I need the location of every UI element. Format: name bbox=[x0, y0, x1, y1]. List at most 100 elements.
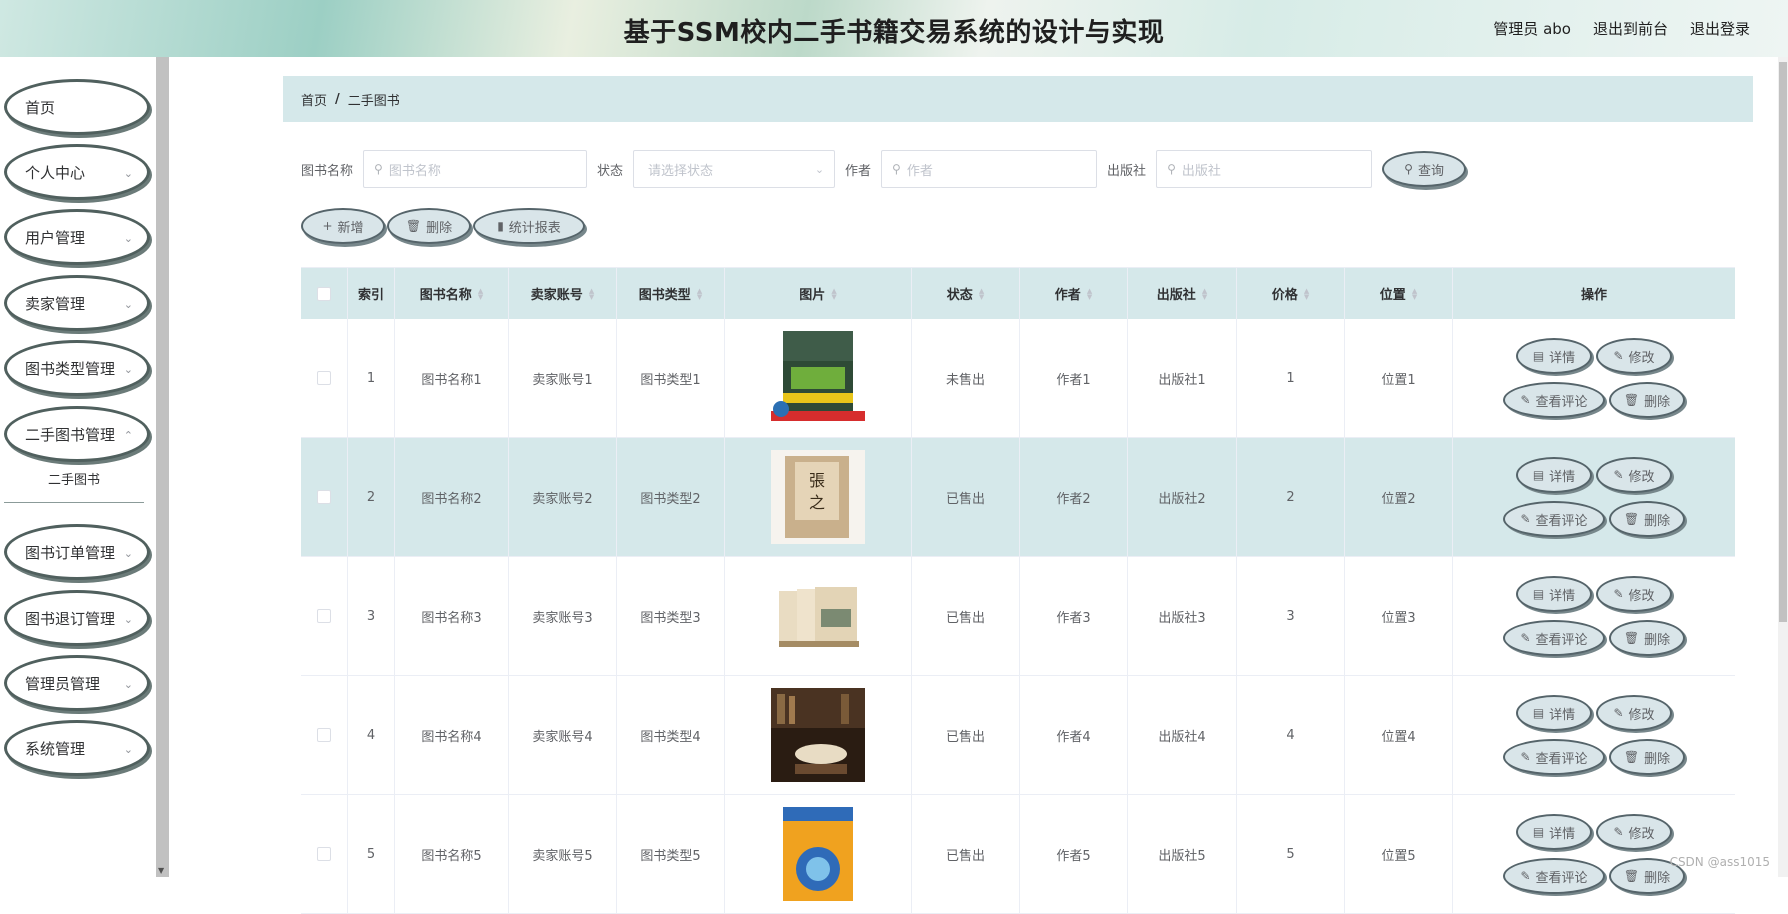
edit-label: 修改 bbox=[1629, 704, 1655, 723]
edit-button[interactable]: ✎修改 bbox=[1596, 814, 1672, 850]
pencil-icon: ✎ bbox=[1613, 349, 1623, 363]
sort-icon[interactable]: ▲▼ bbox=[1087, 288, 1092, 300]
book-cover-image[interactable] bbox=[771, 807, 865, 901]
detail-button[interactable]: ▤详情 bbox=[1516, 576, 1592, 612]
sidebar-item-book-type-management[interactable]: 图书类型管理 ⌄ bbox=[4, 340, 150, 396]
row-checkbox[interactable] bbox=[317, 847, 331, 861]
header-location[interactable]: 位置▲▼ bbox=[1345, 268, 1453, 319]
cell-type: 图书类型3 bbox=[617, 557, 725, 675]
sidebar-item-refund-management[interactable]: 图书退订管理 ⌄ bbox=[4, 590, 150, 646]
row-checkbox[interactable] bbox=[317, 609, 331, 623]
view-comments-button[interactable]: ✎查看评论 bbox=[1503, 620, 1605, 656]
book-name-input[interactable]: ⚲ 图书名称 bbox=[363, 150, 587, 188]
publisher-input[interactable]: ⚲ 出版社 bbox=[1156, 150, 1372, 188]
header-status[interactable]: 状态▲▼ bbox=[912, 268, 1020, 319]
batch-delete-button[interactable]: 🗑 删除 bbox=[387, 208, 471, 244]
trash-icon: 🗑 bbox=[1624, 512, 1639, 526]
view-comments-button[interactable]: ✎查看评论 bbox=[1503, 739, 1605, 775]
edit-button[interactable]: ✎修改 bbox=[1596, 338, 1672, 374]
sidebar-item-personal-center[interactable]: 个人中心 ⌄ bbox=[4, 144, 150, 200]
svg-text:之: 之 bbox=[809, 493, 825, 512]
header-seller[interactable]: 卖家账号▲▼ bbox=[509, 268, 617, 319]
detail-button[interactable]: ▤详情 bbox=[1516, 695, 1592, 731]
view-comments-button[interactable]: ✎查看评论 bbox=[1503, 501, 1605, 537]
report-button[interactable]: ▮ 统计报表 bbox=[473, 208, 585, 244]
header-type[interactable]: 图书类型▲▼ bbox=[617, 268, 725, 319]
row-checkbox[interactable] bbox=[317, 371, 331, 385]
status-select[interactable]: 请选择状态 ⌄ bbox=[633, 150, 835, 188]
header-author[interactable]: 作者▲▼ bbox=[1020, 268, 1128, 319]
header-publisher[interactable]: 出版社▲▼ bbox=[1128, 268, 1237, 319]
logout-link[interactable]: 退出登录 bbox=[1690, 18, 1750, 39]
cell-publisher: 出版社2 bbox=[1128, 438, 1237, 556]
sidebar-item-home[interactable]: 首页 bbox=[4, 79, 150, 135]
edit-button[interactable]: ✎修改 bbox=[1596, 576, 1672, 612]
edit-button[interactable]: ✎修改 bbox=[1596, 457, 1672, 493]
detail-button[interactable]: ▤详情 bbox=[1516, 338, 1592, 374]
sort-icon[interactable]: ▲▼ bbox=[589, 288, 594, 300]
sort-icon[interactable]: ▲▼ bbox=[831, 288, 836, 300]
plus-icon: + bbox=[322, 219, 332, 233]
header-book-name[interactable]: 图书名称▲▼ bbox=[395, 268, 509, 319]
sort-icon[interactable]: ▲▼ bbox=[697, 288, 702, 300]
sidebar-item-order-management[interactable]: 图书订单管理 ⌄ bbox=[4, 524, 150, 580]
row-checkbox[interactable] bbox=[317, 490, 331, 504]
delete-button[interactable]: 🗑删除 bbox=[1609, 620, 1685, 656]
page-scrollbar[interactable] bbox=[1778, 57, 1788, 877]
edit-button[interactable]: ✎修改 bbox=[1596, 695, 1672, 731]
header-image[interactable]: 图片▲▼ bbox=[725, 268, 912, 319]
book-cover-image[interactable] bbox=[771, 688, 865, 782]
sidebar-scrollbar[interactable]: ▼ bbox=[156, 57, 169, 877]
sort-icon[interactable]: ▲▼ bbox=[478, 288, 483, 300]
view-comments-button[interactable]: ✎查看评论 bbox=[1503, 382, 1605, 418]
search-icon: ⚲ bbox=[1167, 162, 1176, 176]
row-checkbox[interactable] bbox=[317, 728, 331, 742]
exit-to-front-link[interactable]: 退出到前台 bbox=[1593, 18, 1668, 39]
breadcrumb-home[interactable]: 首页 bbox=[301, 90, 327, 109]
cell-image bbox=[725, 319, 912, 437]
book-cover-image[interactable]: 張 之 bbox=[771, 450, 865, 544]
sort-icon[interactable]: ▲▼ bbox=[1304, 288, 1309, 300]
action-toolbar: + 新增 🗑 删除 ▮ 统计报表 bbox=[301, 208, 585, 244]
delete-label: 删除 bbox=[1644, 391, 1670, 410]
sort-icon[interactable]: ▲▼ bbox=[1412, 288, 1417, 300]
header-label: 索引 bbox=[358, 284, 384, 303]
scroll-down-arrow-icon[interactable]: ▼ bbox=[158, 866, 164, 875]
header-links: 管理员 abo 退出到前台 退出登录 bbox=[1493, 18, 1750, 39]
cell-index: 4 bbox=[348, 676, 395, 794]
scrollbar-thumb[interactable] bbox=[1779, 62, 1787, 622]
pencil-icon: ✎ bbox=[1520, 631, 1530, 645]
sort-icon[interactable]: ▲▼ bbox=[1202, 288, 1207, 300]
header-price[interactable]: 价格▲▼ bbox=[1237, 268, 1345, 319]
book-cover-image[interactable] bbox=[771, 331, 865, 425]
sidebar-item-seller-management[interactable]: 卖家管理 ⌄ bbox=[4, 275, 150, 331]
row-select-cell bbox=[301, 438, 348, 556]
sidebar-item-system-management[interactable]: 系统管理 ⌄ bbox=[4, 720, 150, 776]
cell-seller: 卖家账号4 bbox=[509, 676, 617, 794]
row-select-cell bbox=[301, 676, 348, 794]
sidebar-item-used-book-management[interactable]: 二手图书管理 ⌃ bbox=[4, 406, 150, 462]
status-label: 状态 bbox=[597, 160, 623, 179]
sort-icon[interactable]: ▲▼ bbox=[979, 288, 984, 300]
detail-button[interactable]: ▤详情 bbox=[1516, 457, 1592, 493]
query-button[interactable]: ⚲ 查询 bbox=[1382, 151, 1466, 187]
cell-price: 3 bbox=[1237, 557, 1345, 675]
detail-button[interactable]: ▤详情 bbox=[1516, 814, 1592, 850]
row-actions: ▤详情 ✎修改 ✎查看评论 🗑删除 bbox=[1503, 814, 1685, 894]
header-select-all[interactable] bbox=[301, 268, 348, 319]
add-button[interactable]: + 新增 bbox=[301, 208, 385, 244]
delete-button[interactable]: 🗑删除 bbox=[1609, 382, 1685, 418]
author-input[interactable]: ⚲ 作者 bbox=[881, 150, 1097, 188]
sidebar-item-admin-management[interactable]: 管理员管理 ⌄ bbox=[4, 655, 150, 711]
cell-seller: 卖家账号3 bbox=[509, 557, 617, 675]
delete-button[interactable]: 🗑删除 bbox=[1609, 501, 1685, 537]
cell-location: 位置1 bbox=[1345, 319, 1453, 437]
query-button-label: 查询 bbox=[1418, 160, 1444, 179]
sidebar-subitem-used-books[interactable]: 二手图书 bbox=[4, 461, 144, 503]
select-all-checkbox[interactable] bbox=[317, 287, 331, 301]
delete-button[interactable]: 🗑删除 bbox=[1609, 739, 1685, 775]
book-cover-image[interactable] bbox=[771, 569, 865, 663]
cell-index: 5 bbox=[348, 795, 395, 913]
view-comments-button[interactable]: ✎查看评论 bbox=[1503, 858, 1605, 894]
sidebar-item-user-management[interactable]: 用户管理 ⌄ bbox=[4, 209, 150, 265]
